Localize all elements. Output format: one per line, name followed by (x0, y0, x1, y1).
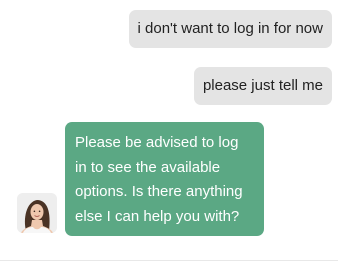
agent-avatar-icon (17, 193, 57, 233)
agent-message-bubble: Please be advised to log in to see the a… (65, 122, 264, 237)
agent-avatar (17, 193, 57, 233)
user-message-bubble: please just tell me (193, 67, 332, 105)
chat-transcript: i don't want to log in for now please ju… (0, 0, 338, 261)
user-message-bubble: i don't want to log in for now (128, 10, 332, 48)
